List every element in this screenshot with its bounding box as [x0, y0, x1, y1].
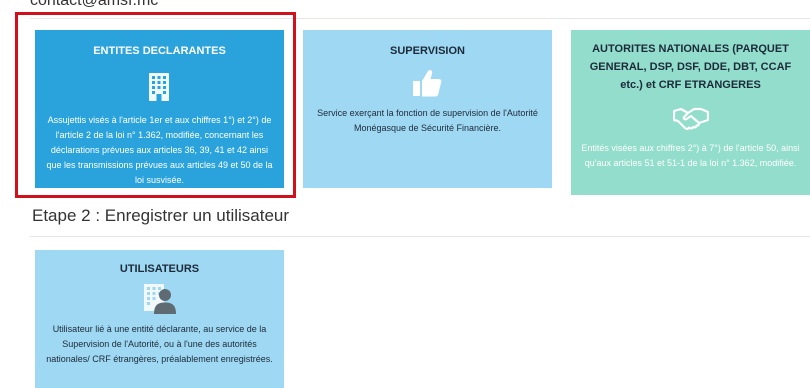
card-description: Utilisateur lié à une entité déclarante,…	[46, 324, 273, 364]
step-2-title: Etape 2 : Enregistrer un utilisateur	[32, 206, 290, 225]
card-supervision[interactable]: SUPERVISION Service exerçant la fonction…	[303, 30, 552, 188]
card-description: Entités visées aux chiffres 2°) à 7°) de…	[581, 143, 800, 168]
card-title: UTILISATEURS	[119, 263, 200, 275]
card-utilisateurs[interactable]: UTILISATEURS Utilisateur lié à une entit…	[35, 250, 284, 388]
selection-highlight	[15, 12, 296, 198]
contact-email: contact@amsf.mc	[30, 0, 159, 9]
user-building-icon	[144, 284, 176, 314]
card-title: SUPERVISION	[390, 45, 465, 57]
card-title: AUTORITES NATIONALES (PARQUET GENERAL, D…	[589, 43, 792, 91]
handshake-icon	[672, 106, 710, 132]
card-autorites-nationales[interactable]: AUTORITES NATIONALES (PARQUET GENERAL, D…	[571, 30, 810, 195]
step-divider	[30, 236, 810, 237]
thumbs-up-icon	[412, 68, 442, 98]
card-description: Service exerçant la fonction de supervis…	[317, 108, 538, 133]
